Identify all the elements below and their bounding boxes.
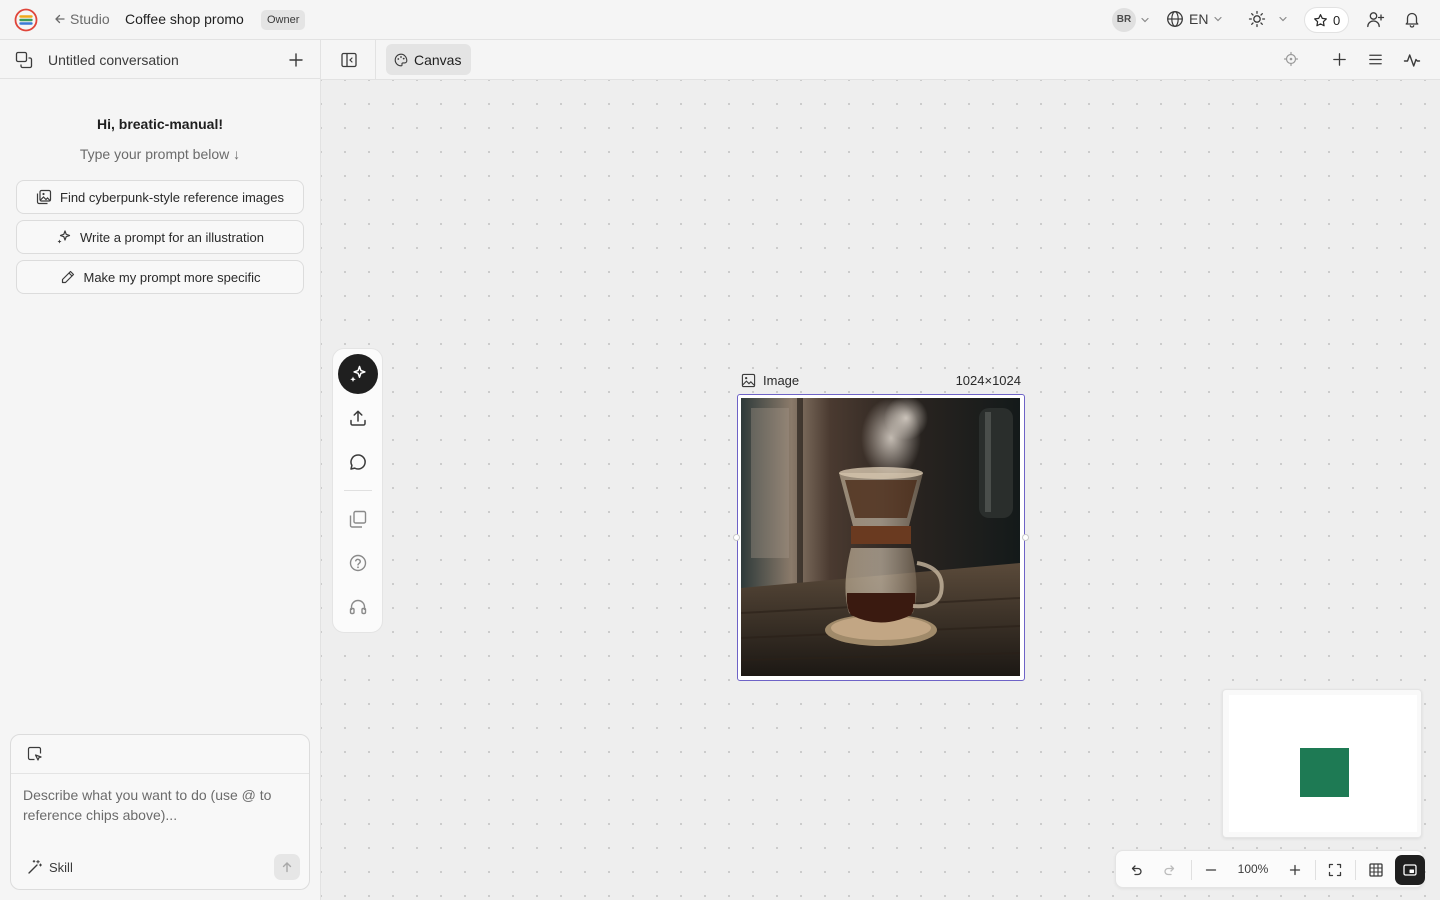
- assets-button[interactable]: [348, 509, 368, 529]
- notifications-button[interactable]: [1403, 10, 1421, 28]
- grid-toggle-button[interactable]: [1368, 862, 1384, 878]
- add-node-button[interactable]: [1331, 51, 1348, 68]
- prompt-input[interactable]: [23, 785, 299, 833]
- sparkles-icon: [56, 229, 72, 245]
- minimap-node: [1300, 748, 1349, 797]
- ai-generate-button[interactable]: [338, 354, 378, 394]
- undo-button[interactable]: [1128, 862, 1144, 878]
- zoom-controls: 100%: [1115, 850, 1425, 888]
- credits-button[interactable]: 0: [1304, 7, 1350, 33]
- minimap[interactable]: [1222, 689, 1422, 838]
- comment-button[interactable]: [348, 452, 368, 472]
- suggestion-label: Make my prompt more specific: [83, 269, 261, 285]
- star-icon: [1313, 13, 1328, 28]
- add-reference-chip-button[interactable]: [27, 746, 43, 762]
- back-to-studio-link[interactable]: Studio: [54, 11, 110, 27]
- back-label: Studio: [70, 11, 110, 27]
- toggle-sidebar-button[interactable]: [340, 51, 358, 69]
- theme-toggle[interactable]: [1248, 10, 1288, 28]
- help-button[interactable]: [348, 553, 368, 573]
- send-button[interactable]: [274, 854, 300, 880]
- avatar: BR: [1112, 8, 1136, 32]
- project-title[interactable]: Coffee shop promo: [125, 11, 244, 27]
- zoom-separator: [1191, 860, 1192, 880]
- globe-icon: [1166, 10, 1184, 28]
- activity-icon[interactable]: [1403, 51, 1421, 69]
- zoom-in-button[interactable]: [1287, 862, 1303, 878]
- chevron-down-icon: [1213, 14, 1223, 24]
- bell-icon: [1403, 10, 1421, 28]
- arrow-left-icon: [54, 13, 66, 25]
- top-bar: Studio Coffee shop promo Owner BR EN 0: [0, 0, 1440, 40]
- support-button[interactable]: [348, 597, 368, 617]
- minimap-viewport: [1229, 695, 1417, 832]
- sun-icon: [1248, 10, 1266, 28]
- user-menu-button[interactable]: BR: [1112, 8, 1150, 32]
- tab-canvas[interactable]: Canvas: [386, 44, 472, 75]
- suggestion-find-references[interactable]: Find cyberpunk-style reference images: [16, 180, 304, 214]
- role-badge: Owner: [261, 10, 306, 30]
- minimap-toggle-button[interactable]: [1395, 855, 1425, 885]
- suggestion-write-prompt[interactable]: Write a prompt for an illustration: [16, 220, 304, 254]
- suggestion-label: Write a prompt for an illustration: [80, 229, 264, 245]
- resize-handle-right[interactable]: [1022, 534, 1029, 541]
- greeting-subtext: Type your prompt below ↓: [79, 146, 241, 162]
- fit-view-button[interactable]: [1327, 862, 1343, 878]
- composer-chip-bar: [11, 735, 309, 774]
- redo-button[interactable]: [1162, 862, 1178, 878]
- app-logo[interactable]: [14, 8, 38, 32]
- greeting-heading: Hi, breatic-manual!: [96, 116, 224, 132]
- prompt-composer: Skill: [10, 734, 310, 890]
- suggestion-label: Find cyberpunk-style reference images: [60, 189, 284, 205]
- zoom-level[interactable]: 100%: [1233, 862, 1273, 876]
- suggestion-refine-prompt[interactable]: Make my prompt more specific: [16, 260, 304, 294]
- chat-sidebar: Untitled conversation Hi, breatic-manual…: [0, 40, 321, 900]
- minimap-icon: [1402, 862, 1418, 878]
- zoom-separator: [1315, 860, 1316, 880]
- image-node-label: Image: [741, 373, 799, 388]
- chevron-down-icon: [1278, 14, 1288, 24]
- chevron-down-icon: [1140, 15, 1150, 25]
- node-type-label: Image: [763, 373, 800, 388]
- locate-icon[interactable]: [1283, 51, 1299, 67]
- new-conversation-button[interactable]: [287, 51, 305, 69]
- invite-user-button[interactable]: [1366, 10, 1385, 29]
- tab-label: Canvas: [414, 51, 462, 68]
- canvas-header: Canvas: [321, 40, 1440, 80]
- arrow-up-icon: [280, 860, 294, 874]
- coffee-image: [741, 398, 1020, 676]
- image-gallery-icon: [36, 189, 52, 205]
- zoom-out-button[interactable]: [1203, 862, 1219, 878]
- conversations-icon[interactable]: [15, 51, 33, 69]
- language-label: EN: [1189, 11, 1209, 27]
- zoom-separator: [1355, 860, 1356, 880]
- header-divider: [375, 40, 376, 79]
- skill-button[interactable]: Skill: [27, 859, 73, 875]
- rail-divider: [344, 490, 372, 491]
- credits-count: 0: [1333, 12, 1341, 28]
- conversation-header: Untitled conversation: [0, 40, 320, 79]
- sparkles-icon: [348, 364, 368, 384]
- tool-rail: [332, 348, 383, 633]
- pencil-icon: [60, 269, 76, 285]
- skill-label: Skill: [49, 859, 73, 875]
- user-plus-icon: [1366, 10, 1385, 29]
- language-selector[interactable]: EN: [1166, 10, 1223, 28]
- image-dimensions: 1024×1024: [955, 373, 1021, 388]
- menu-icon[interactable]: [1367, 51, 1384, 68]
- image-node[interactable]: [733, 394, 1029, 681]
- image-icon: [741, 373, 756, 388]
- conversation-title[interactable]: Untitled conversation: [48, 52, 179, 68]
- resize-handle-left[interactable]: [733, 534, 740, 541]
- magic-wand-icon: [27, 859, 43, 875]
- palette-icon: [394, 53, 408, 67]
- canvas-area[interactable]: Image 1024×1024 100%: [321, 80, 1440, 900]
- upload-button[interactable]: [348, 408, 368, 428]
